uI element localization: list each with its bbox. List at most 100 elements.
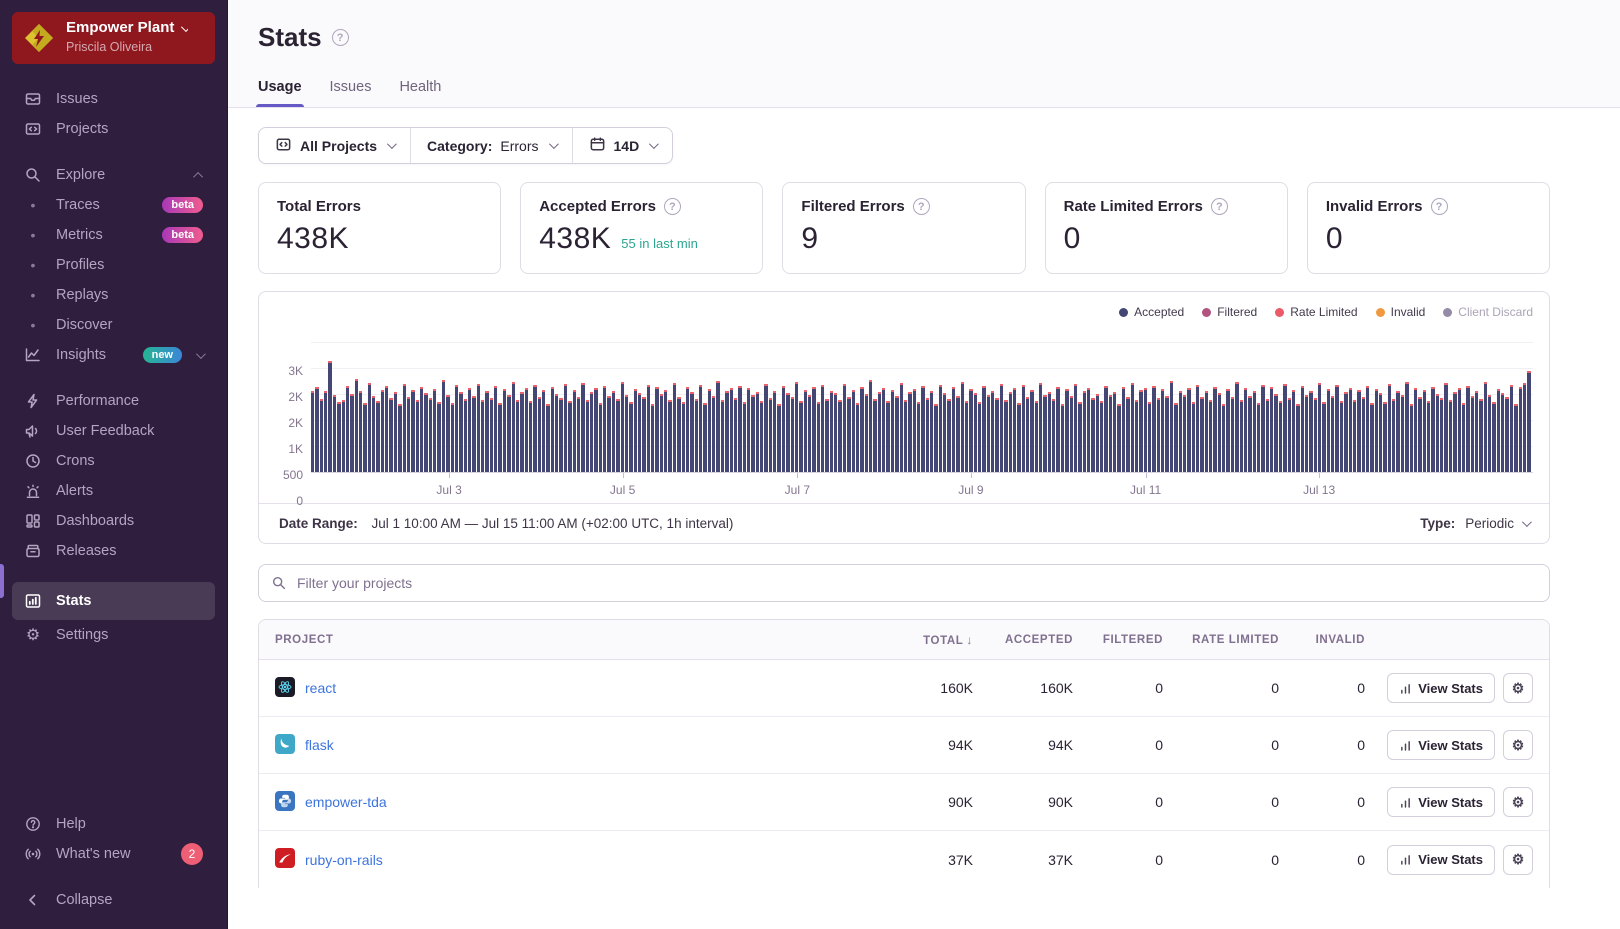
chart-bar [982,386,985,472]
view-stats-button[interactable]: View Stats [1387,730,1495,760]
chart-bar [472,396,475,472]
sidebar-item-insights[interactable]: Insights new [12,340,215,370]
org-switcher[interactable]: Empower Plant Priscila Oliveira [12,12,215,64]
sidebar-item-projects[interactable]: Projects [12,114,215,144]
projects-table: PROJECT TOTAL↓ ACCEPTED FILTERED RATE LI… [258,619,1550,888]
sidebar-item-explore[interactable]: Explore [12,160,215,190]
card-help-icon[interactable]: ? [1211,198,1228,215]
project-link[interactable]: flask [305,737,334,753]
cell-accepted: 94K [973,737,1073,753]
chart-bar [368,383,371,472]
legend-item[interactable]: Client Discard [1443,305,1533,319]
new-badge: new [143,347,182,363]
sidebar-item-help[interactable]: Help [12,809,215,839]
cell-filtered: 0 [1073,852,1163,868]
tab-usage[interactable]: Usage [258,79,302,107]
chevron-up-icon [193,171,203,181]
chart-bar [542,390,545,472]
card-help-icon[interactable]: ? [1431,198,1448,215]
cell-total: 90K [877,794,973,810]
project-settings-button[interactable]: ⚙ [1503,730,1533,760]
page-help-icon[interactable]: ? [332,29,349,46]
chart-bar [1196,385,1199,472]
x-tick-mark [797,473,798,478]
col-invalid[interactable]: INVALID [1279,634,1365,646]
sidebar-item-replays[interactable]: • Replays [12,280,215,310]
chart-plot[interactable]: Jul 3Jul 5Jul 7Jul 9Jul 11Jul 13 [311,327,1533,473]
project-link[interactable]: ruby-on-rails [305,852,383,868]
chart-bar [1484,382,1487,472]
sidebar-item-releases[interactable]: Releases [12,536,215,566]
chart-bar [1362,397,1365,472]
card-help-icon[interactable]: ? [664,198,681,215]
col-filtered[interactable]: FILTERED [1073,634,1163,646]
sidebar-item-label: Discover [56,317,112,333]
chart-bar [1048,392,1051,472]
project-settings-button[interactable]: ⚙ [1503,787,1533,817]
view-stats-button[interactable]: View Stats [1387,673,1495,703]
sidebar-collapse-button[interactable]: Collapse [12,885,215,915]
chart-bar [1318,383,1321,472]
col-accepted[interactable]: ACCEPTED [973,634,1073,646]
chart-bar [677,397,680,472]
sidebar-item-crons[interactable]: Crons [12,446,215,476]
sidebar-item-traces[interactable]: • Traces beta [12,190,215,220]
chevron-down-icon [548,139,558,149]
date-range-footer-label: Date Range: [279,516,358,531]
card-value: 438K [539,222,611,256]
chart-bar [1388,384,1391,472]
tab-health[interactable]: Health [399,79,441,107]
sidebar-item-label: Dashboards [56,513,134,529]
col-project[interactable]: PROJECT [275,634,877,646]
chart-bar [342,400,345,472]
sidebar-item-dashboards[interactable]: Dashboards [12,506,215,536]
col-total[interactable]: TOTAL↓ [877,633,973,647]
chart-bar [969,389,972,472]
sidebar-item-whats-new[interactable]: What's new 2 [12,839,215,869]
col-rate-limited[interactable]: RATE LIMITED [1163,634,1279,646]
sidebar-item-metrics[interactable]: • Metrics beta [12,220,215,250]
sidebar-item-settings[interactable]: ⚙ Settings [12,620,215,650]
insights-icon [24,346,42,364]
chart-bar [403,384,406,472]
sidebar-item-user-feedback[interactable]: User Feedback [12,416,215,446]
project-filter-input[interactable] [258,564,1550,602]
chevron-down-icon [196,349,206,359]
view-stats-button[interactable]: View Stats [1387,787,1495,817]
chart-bar [712,396,715,472]
chart-bar [808,395,811,472]
chart-bar [799,401,802,472]
legend-item[interactable]: Invalid [1376,305,1426,319]
project-settings-button[interactable]: ⚙ [1503,845,1533,875]
chevron-left-icon [24,891,42,909]
legend-item[interactable]: Rate Limited [1275,305,1357,319]
view-stats-button[interactable]: View Stats [1387,845,1495,875]
legend-item[interactable]: Filtered [1202,305,1257,319]
card-help-icon[interactable]: ? [913,198,930,215]
project-settings-button[interactable]: ⚙ [1503,673,1533,703]
chart-bar [904,400,907,472]
date-range-dropdown[interactable]: 14D [572,128,673,163]
legend-label: Rate Limited [1290,305,1357,319]
legend-item[interactable]: Accepted [1119,305,1184,319]
sidebar-item-discover[interactable]: • Discover [12,310,215,340]
chart-bar [1218,393,1221,472]
sidebar-item-profiles[interactable]: • Profiles [12,250,215,280]
chart-bar [1523,383,1526,472]
chart-bar [695,399,698,472]
category-filter-dropdown[interactable]: Category: Errors [410,128,571,163]
sidebar-item-issues[interactable]: Issues [12,84,215,114]
project-filter-dropdown[interactable]: All Projects [259,128,410,163]
project-link[interactable]: react [305,680,336,696]
chart-bar [494,386,497,472]
chart-bar [446,395,449,472]
tab-issues[interactable]: Issues [330,79,372,107]
table-row: empower-tda 90K 90K 0 0 0 View Stats ⚙ [259,774,1549,831]
sidebar-item-stats[interactable]: Stats [12,582,215,620]
chart-type-dropdown[interactable]: Type: Periodic [1420,516,1529,531]
project-search [258,564,1550,602]
sidebar-item-alerts[interactable]: Alerts [12,476,215,506]
bullet-icon: • [24,317,42,333]
sidebar-item-performance[interactable]: Performance [12,386,215,416]
project-link[interactable]: empower-tda [305,794,387,810]
